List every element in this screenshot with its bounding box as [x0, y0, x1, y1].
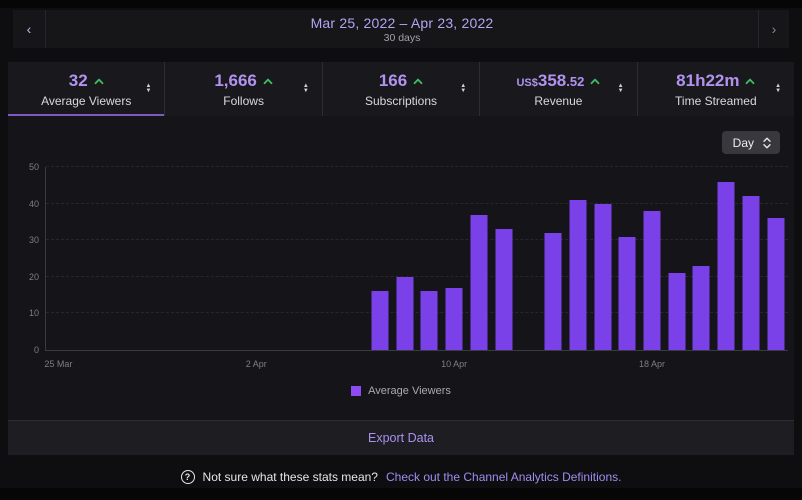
stat-value-main: 81h22m — [676, 71, 739, 91]
footer-text: Not sure what these stats mean? — [203, 470, 378, 484]
analytics-definitions-link[interactable]: Check out the Channel Analytics Definiti… — [386, 470, 621, 484]
gridline — [46, 166, 788, 167]
stat-value-main: 1,666 — [214, 71, 257, 91]
bar[interactable] — [742, 196, 759, 350]
stat-value-main: 358 — [538, 71, 566, 91]
y-axis-label: 40 — [29, 199, 39, 209]
next-date-range-button[interactable]: › — [758, 10, 789, 48]
y-axis-label: 30 — [29, 235, 39, 245]
plot-area: 0102030405025 Mar2 Apr10 Apr18 Apr — [45, 167, 788, 351]
date-range-title: Mar 25, 2022 – Apr 23, 2022 — [311, 15, 494, 31]
stat-value: US$358.52 — [516, 71, 584, 91]
bar[interactable] — [569, 200, 586, 350]
bar[interactable] — [718, 182, 735, 350]
stat-stepper-icon[interactable]: ▲▼ — [303, 84, 309, 94]
stat-value: 1,666 — [214, 71, 257, 91]
date-range-header: Mar 25, 2022 – Apr 23, 2022 30 days — [46, 10, 758, 48]
prev-date-range-button[interactable]: ‹ — [13, 10, 46, 48]
stat-value: 32 — [69, 71, 88, 91]
y-axis-label: 0 — [34, 345, 39, 355]
stat-value: 81h22m — [676, 71, 739, 91]
x-axis-label: 25 Mar — [44, 359, 72, 369]
stats-tabs: 32 Average Viewers ▲▼ 1,666 Follows ▲▼ — [8, 62, 794, 116]
y-axis-label: 50 — [29, 162, 39, 172]
bar[interactable] — [643, 211, 660, 350]
bar[interactable] — [495, 229, 512, 350]
tab-follows[interactable]: 1,666 Follows ▲▼ — [164, 62, 321, 116]
bar[interactable] — [396, 277, 413, 350]
tab-revenue[interactable]: US$358.52 Revenue ▲▼ — [479, 62, 636, 116]
stat-value-main: 166 — [379, 71, 407, 91]
tab-subscriptions[interactable]: 166 Subscriptions ▲▼ — [322, 62, 479, 116]
chevron-up-down-icon — [763, 137, 771, 149]
bar[interactable] — [421, 291, 438, 350]
stat-label: Time Streamed — [675, 94, 757, 108]
stat-label: Subscriptions — [365, 94, 437, 108]
help-circle-icon: ? — [181, 470, 195, 484]
stat-label: Average Viewers — [41, 94, 131, 108]
y-axis-label: 10 — [29, 308, 39, 318]
stat-value-main: 32 — [69, 71, 88, 91]
stat-stepper-icon[interactable]: ▲▼ — [145, 84, 151, 94]
bar[interactable] — [446, 288, 463, 350]
bar[interactable] — [594, 204, 611, 350]
export-data-button[interactable]: Export Data — [8, 420, 794, 455]
interval-select-value: Day — [733, 136, 754, 150]
y-axis-label: 20 — [29, 272, 39, 282]
chevron-right-icon: › — [772, 21, 777, 37]
x-axis-label: 2 Apr — [246, 359, 267, 369]
gridline — [46, 203, 788, 204]
stat-value-prefix: US$ — [516, 77, 537, 89]
stat-value: 166 — [379, 71, 407, 91]
trend-up-icon — [94, 78, 104, 85]
date-range-bar: ‹ Mar 25, 2022 – Apr 23, 2022 30 days › — [13, 10, 789, 48]
bar[interactable] — [545, 233, 562, 350]
x-axis-label: 18 Apr — [639, 359, 665, 369]
export-data-label: Export Data — [368, 431, 434, 445]
stat-stepper-icon[interactable]: ▲▼ — [618, 84, 624, 94]
bar[interactable] — [371, 291, 388, 350]
bar[interactable] — [767, 218, 784, 350]
legend-swatch — [351, 386, 361, 396]
stat-label: Revenue — [534, 94, 582, 108]
trend-up-icon — [413, 78, 423, 85]
bar[interactable] — [470, 215, 487, 350]
x-axis-label: 10 Apr — [441, 359, 467, 369]
help-footer: ? Not sure what these stats mean? Check … — [0, 455, 802, 499]
gridline — [46, 239, 788, 240]
interval-select[interactable]: Day — [722, 131, 780, 154]
tab-time-streamed[interactable]: 81h22m Time Streamed ▲▼ — [637, 62, 794, 116]
bar[interactable] — [619, 237, 636, 350]
bar[interactable] — [668, 273, 685, 350]
stat-label: Follows — [223, 94, 264, 108]
trend-up-icon — [745, 78, 755, 85]
stat-stepper-icon[interactable]: ▲▼ — [460, 84, 466, 94]
chevron-left-icon: ‹ — [27, 21, 32, 37]
bar[interactable] — [693, 266, 710, 350]
chart-panel: Day 0102030405025 Mar2 Apr10 Apr18 Apr A… — [8, 116, 794, 420]
tab-average-viewers[interactable]: 32 Average Viewers ▲▼ — [8, 62, 164, 116]
stat-stepper-icon[interactable]: ▲▼ — [775, 84, 781, 94]
chart-legend: Average Viewers — [8, 385, 794, 397]
analytics-panel: 32 Average Viewers ▲▼ 1,666 Follows ▲▼ — [8, 62, 794, 455]
stat-value-suffix: .52 — [566, 74, 584, 89]
trend-up-icon — [263, 78, 273, 85]
date-range-subtitle: 30 days — [384, 32, 421, 44]
trend-up-icon — [590, 78, 600, 85]
legend-label: Average Viewers — [368, 385, 451, 397]
